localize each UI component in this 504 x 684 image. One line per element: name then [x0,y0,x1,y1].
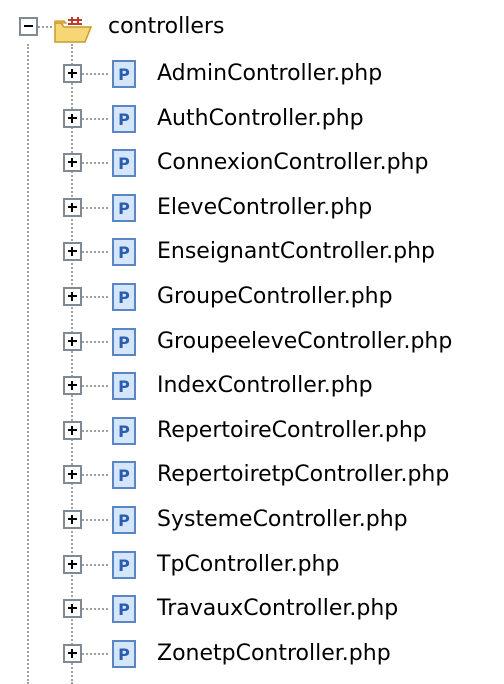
php-file-icon: P [112,595,136,623]
file-label: IndexController.php [157,373,373,398]
expand-toggle[interactable] [63,421,82,440]
tree-connector [82,653,108,655]
php-file-icon: P [112,461,136,489]
svg-text:P: P [118,333,130,352]
file-label: EnseignantController.php [157,239,435,264]
php-file-icon: P [112,105,136,133]
php-file-icon: P [112,328,136,356]
tree-connector [82,564,108,566]
svg-text:P: P [118,199,130,218]
expand-toggle[interactable] [63,465,82,484]
tree-connector [82,162,108,164]
svg-text:P: P [118,377,130,396]
expand-toggle[interactable] [63,332,82,351]
php-file-icon: P [112,506,136,534]
tree-node-file[interactable]: P GroupeeleveController.php [0,320,504,364]
project-tree: controllers P AdminController.php P AuthCon… [0,0,504,684]
expand-toggle[interactable] [63,510,82,529]
file-label: ConnexionController.php [157,150,429,175]
folder-package-icon [54,17,93,43]
tree-connector [82,341,108,343]
php-file-icon: P [112,417,136,445]
php-file-icon: P [112,640,136,668]
tree-connector [82,251,108,253]
tree-node-controllers[interactable]: controllers [0,5,504,49]
svg-text:P: P [118,556,130,575]
svg-text:P: P [118,600,130,619]
file-label: GroupeController.php [157,284,393,309]
tree-node-file[interactable]: P GroupeController.php [0,275,504,319]
php-file-icon: P [112,372,136,400]
expand-toggle[interactable] [63,198,82,217]
svg-text:P: P [118,154,130,173]
tree-connector [82,519,108,521]
expand-toggle[interactable] [63,644,82,663]
tree-node-file[interactable]: P EnseignantController.php [0,230,504,274]
expand-toggle[interactable] [63,242,82,261]
file-label: RepertoiretpController.php [157,462,450,487]
php-file-icon: P [112,238,136,266]
tree-connector [82,207,108,209]
tree-connector [82,385,108,387]
expand-toggle[interactable] [63,153,82,172]
expand-toggle[interactable] [63,287,82,306]
collapse-toggle[interactable] [19,17,38,36]
tree-node-file[interactable]: P AdminController.php [0,52,504,96]
svg-text:P: P [118,422,130,441]
tree-connector [82,474,108,476]
tree-connector [82,118,108,120]
expand-toggle[interactable] [63,64,82,83]
svg-text:P: P [118,645,130,664]
file-label: GroupeeleveController.php [157,329,453,354]
expand-toggle[interactable] [63,376,82,395]
file-label: EleveController.php [157,195,373,220]
expand-toggle[interactable] [63,555,82,574]
tree-connector [82,608,108,610]
file-label: SystemeController.php [157,507,408,532]
file-label: AuthController.php [157,106,364,131]
file-label: ZonetpController.php [157,641,391,666]
svg-text:P: P [118,288,130,307]
expand-toggle[interactable] [63,109,82,128]
file-label: TravauxController.php [157,596,399,621]
php-file-icon: P [112,194,136,222]
expand-toggle[interactable] [63,599,82,618]
tree-node-file[interactable]: P TravauxController.php [0,587,504,631]
svg-text:P: P [118,110,130,129]
tree-connector [82,73,108,75]
file-label: AdminController.php [157,61,383,86]
tree-node-file[interactable]: P IndexController.php [0,364,504,408]
tree-node-file[interactable]: P ZonetpController.php [0,632,504,676]
php-file-icon: P [112,283,136,311]
php-file-icon: P [112,60,136,88]
svg-text:P: P [118,511,130,530]
tree-node-file[interactable]: P AuthController.php [0,97,504,141]
svg-text:P: P [118,243,130,262]
tree-connector [38,26,52,28]
tree-node-file[interactable]: P TpController.php [0,543,504,587]
tree-connector [82,430,108,432]
php-file-icon: P [112,149,136,177]
svg-text:P: P [118,65,130,84]
tree-node-file[interactable]: P SystemeController.php [0,498,504,542]
tree-node-file[interactable]: P EleveController.php [0,186,504,230]
tree-node-file[interactable]: P ConnexionController.php [0,141,504,185]
file-label: RepertoireController.php [157,418,427,443]
tree-connector [82,296,108,298]
folder-label: controllers [108,14,225,39]
tree-node-file[interactable]: P RepertoireController.php [0,409,504,453]
php-file-icon: P [112,551,136,579]
file-label: TpController.php [157,552,340,577]
svg-text:P: P [118,466,130,485]
tree-node-file[interactable]: P RepertoiretpController.php [0,453,504,497]
